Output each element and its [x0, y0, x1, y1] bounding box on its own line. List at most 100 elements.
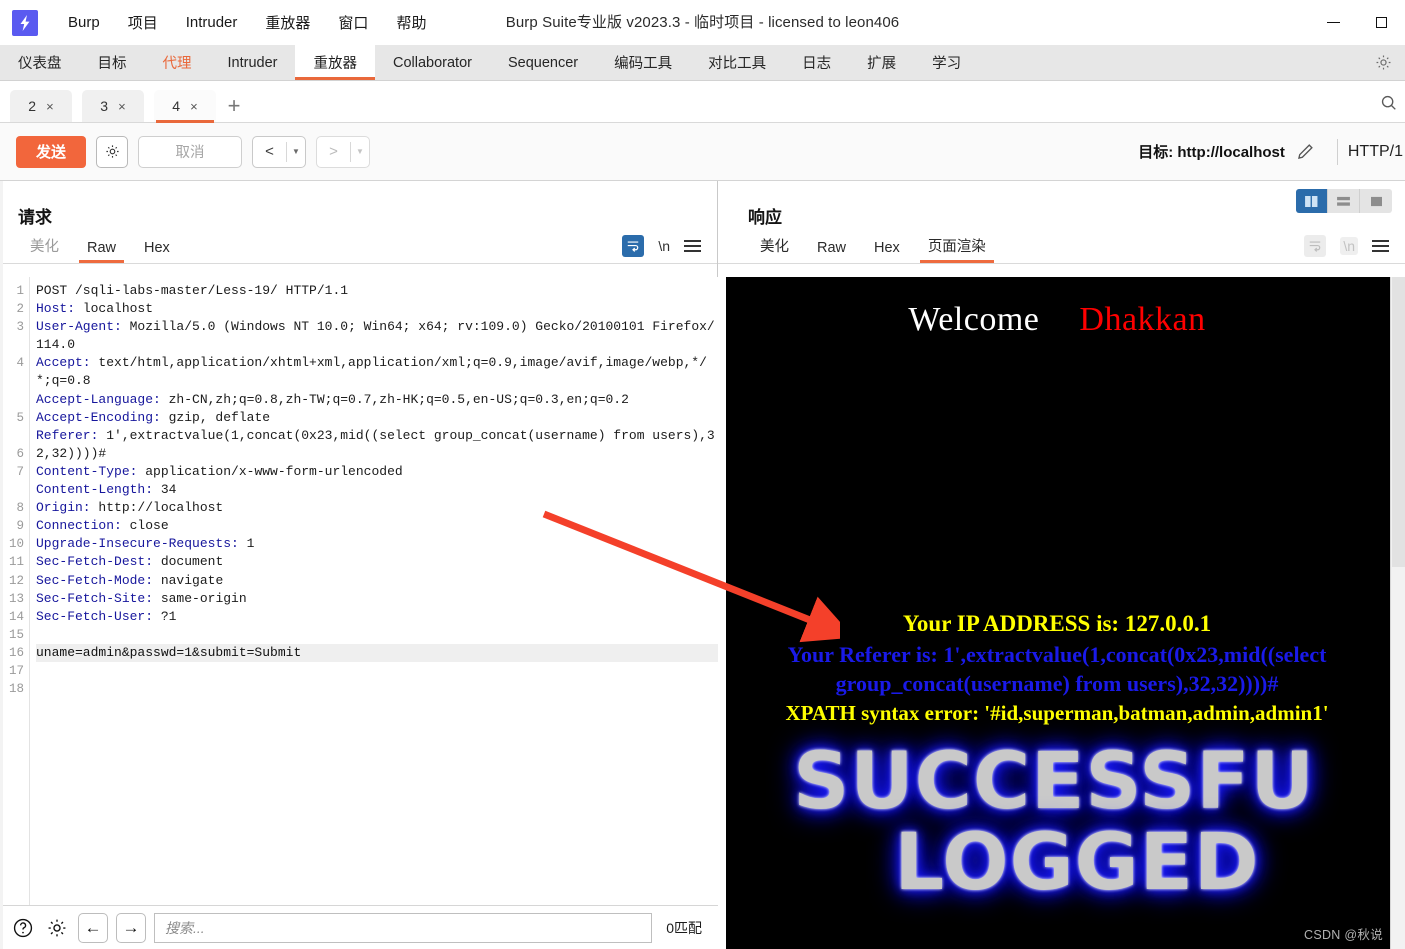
request-editor[interactable]: 1 2 3 4 5 6 7 8 9 10 11 12 13 14 15 16 1… — [0, 277, 718, 920]
word-wrap-icon[interactable] — [622, 235, 645, 257]
close-icon[interactable]: × — [46, 99, 54, 114]
hamburger-menu-icon[interactable] — [684, 240, 701, 252]
tab-logger[interactable]: 日志 — [784, 45, 849, 80]
scrollbar-thumb[interactable] — [1392, 277, 1405, 567]
request-start-line: POST /sqli-labs-master/Less-19/ HTTP/1.1 — [36, 283, 349, 298]
line-number: 10 — [8, 537, 24, 552]
tab-dashboard[interactable]: 仪表盘 — [0, 45, 80, 80]
page-header-row: Welcome Dhakkan — [726, 277, 1388, 339]
close-icon[interactable]: × — [190, 99, 198, 114]
panel-left-edge — [0, 181, 3, 949]
header-name: Host: — [36, 301, 76, 317]
tab-extensions[interactable]: 扩展 — [849, 45, 914, 80]
action-bar: 发送 取消 < ▼ > ▼ 目标: http://localhost HTTP/… — [0, 123, 1405, 181]
arrow-left-icon[interactable]: ← — [78, 912, 108, 943]
send-button[interactable]: 发送 — [16, 135, 87, 168]
menu-item-project[interactable]: 项目 — [114, 8, 172, 37]
header-value: 34 — [153, 482, 177, 498]
repeater-tab-label: 2 — [28, 98, 37, 114]
caret-down-icon[interactable]: ▼ — [287, 137, 305, 167]
help-circle-icon[interactable] — [10, 915, 36, 941]
cancel-button[interactable]: 取消 — [138, 135, 243, 168]
header-name: Content-Type: — [36, 463, 138, 479]
line-number: 5 — [16, 410, 24, 425]
header-value: text/html,application/xhtml+xml,applicat… — [36, 355, 707, 389]
request-editor-tools: \n — [622, 235, 717, 263]
line-number: 6 — [16, 446, 24, 461]
minimize-icon[interactable] — [1309, 0, 1357, 45]
request-tab-pretty[interactable]: 美化 — [16, 235, 73, 263]
line-number: 17 — [8, 663, 24, 678]
header-value: zh-CN,zh;q=0.8,zh-TW;q=0.7,zh-HK;q=0.5,e… — [160, 391, 629, 407]
hamburger-menu-icon[interactable] — [1372, 240, 1389, 252]
tab-proxy[interactable]: 代理 — [145, 45, 210, 80]
tab-decoder[interactable]: 编码工具 — [596, 45, 690, 80]
request-tab-raw[interactable]: Raw — [73, 240, 130, 263]
maximize-icon[interactable] — [1357, 0, 1405, 45]
tab-repeater[interactable]: 重放器 — [295, 45, 375, 80]
search-icon[interactable] — [1373, 87, 1403, 117]
caret-down-icon[interactable]: ▼ — [351, 137, 369, 167]
gear-icon[interactable] — [1361, 45, 1405, 80]
target-area: 目标: http://localhost HTTP/1 — [1138, 123, 1405, 181]
tab-comparer[interactable]: 对比工具 — [690, 45, 784, 80]
request-tab-hex[interactable]: Hex — [130, 240, 184, 263]
rendered-response-view[interactable]: Welcome Dhakkan Your IP ADDRESS is: 127.… — [726, 277, 1405, 949]
find-settings-gear-icon[interactable] — [44, 915, 70, 941]
tab-target[interactable]: 目标 — [80, 45, 145, 80]
close-icon[interactable]: × — [118, 99, 126, 114]
success-banner-line-1: SUCCESSFU — [793, 736, 1315, 827]
line-number: 11 — [8, 555, 24, 570]
menu-bar: Burp 项目 Intruder 重放器 窗口 帮助 — [54, 8, 440, 37]
line-number: 15 — [8, 627, 24, 642]
menu-item-window[interactable]: 窗口 — [324, 8, 382, 37]
request-raw-text[interactable]: POST /sqli-labs-master/Less-19/ HTTP/1.1… — [30, 277, 718, 920]
burp-bolt-icon — [12, 9, 38, 36]
menu-item-help[interactable]: 帮助 — [382, 8, 440, 37]
line-number: 7 — [16, 464, 24, 479]
line-number: 2 — [16, 302, 24, 317]
tab-learn[interactable]: 学习 — [914, 45, 979, 80]
header-name: Accept: — [36, 355, 91, 371]
header-value: ?1 — [153, 608, 177, 624]
arrow-right-icon[interactable]: → — [116, 912, 146, 943]
menu-item-repeater[interactable]: 重放器 — [251, 8, 324, 37]
repeater-tab-3[interactable]: 3 × — [82, 90, 144, 122]
response-tab-hex[interactable]: Hex — [860, 240, 914, 263]
menu-item-intruder[interactable]: Intruder — [172, 10, 252, 35]
response-tab-pretty[interactable]: 美化 — [746, 235, 803, 263]
show-newlines-toggle[interactable]: \n — [658, 238, 670, 254]
tab-collaborator[interactable]: Collaborator — [375, 45, 490, 80]
ip-address-line: Your IP ADDRESS is: 127.0.0.1 — [902, 611, 1212, 636]
word-wrap-icon[interactable] — [1304, 235, 1327, 257]
line-number: 14 — [8, 609, 24, 624]
http-version-label[interactable]: HTTP/1 — [1348, 143, 1405, 161]
repeater-tab-2[interactable]: 2 × — [10, 90, 72, 122]
menu-item-burp[interactable]: Burp — [54, 10, 114, 35]
repeater-tab-4[interactable]: 4 × — [154, 90, 216, 123]
header-value: close — [121, 518, 169, 534]
tab-sequencer[interactable]: Sequencer — [490, 45, 596, 80]
response-tab-render[interactable]: 页面渲染 — [914, 235, 1000, 263]
rendered-view-scrollbar[interactable] — [1390, 277, 1405, 949]
request-settings-gear-icon[interactable] — [96, 135, 129, 168]
pencil-icon[interactable] — [1285, 135, 1327, 169]
show-newlines-toggle[interactable]: \n — [1340, 237, 1358, 255]
add-repeater-tab-button[interactable]: + — [216, 90, 252, 122]
line-number: 4 — [16, 356, 24, 371]
brand-heading: Dhakkan — [1079, 301, 1206, 338]
header-value: 1',extractvalue(1,concat(0x23,mid((selec… — [36, 427, 715, 461]
next-request-button[interactable]: > ▼ — [316, 135, 371, 168]
target-label: 目标: http://localhost — [1138, 144, 1285, 161]
search-input[interactable] — [154, 912, 653, 943]
single-pane-icon[interactable] — [1360, 189, 1392, 213]
split-vertical-icon[interactable] — [1296, 189, 1328, 213]
request-panel-title: 请求 — [18, 208, 52, 227]
response-tab-raw[interactable]: Raw — [803, 240, 860, 263]
header-name: User-Agent: — [36, 319, 122, 335]
line-number-gutter: 1 2 3 4 5 6 7 8 9 10 11 12 13 14 15 16 1… — [0, 277, 30, 920]
previous-request-button[interactable]: < ▼ — [252, 135, 307, 168]
split-horizontal-icon[interactable] — [1328, 189, 1360, 213]
tab-intruder[interactable]: Intruder — [210, 45, 296, 80]
request-body-line: uname=admin&passwd=1&submit=Submit — [36, 643, 718, 662]
